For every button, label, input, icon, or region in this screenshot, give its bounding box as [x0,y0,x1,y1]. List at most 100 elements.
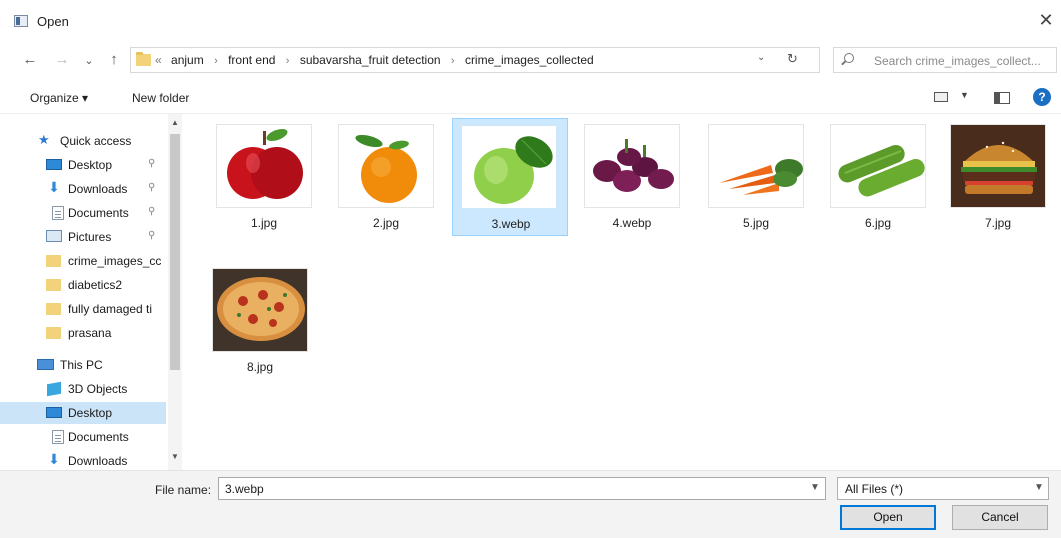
cancel-button[interactable]: Cancel [952,505,1048,530]
up-arrow-icon[interactable]: ↑ [104,51,124,71]
sidebar-item-desktop-pinned[interactable]: Desktop ⚲ [0,154,166,176]
sidebar-item-label: Downloads [68,182,128,196]
breadcrumb-separator[interactable]: › [214,55,218,67]
sidebar-item-documents[interactable]: Documents [0,426,166,448]
breadcrumb-separator[interactable]: › [286,55,290,67]
pin-icon: ⚲ [148,158,156,169]
file-item[interactable]: 5.jpg [704,118,808,236]
file-name: 1.jpg [250,216,278,230]
sidebar-item-label: Desktop [68,406,113,420]
search-input[interactable]: Search crime_images_collect... [874,54,1041,68]
file-item-selected[interactable]: 3.webp [452,118,568,236]
folder-icon [46,327,61,339]
address-bar[interactable]: « anjum › front end › subavarsha_fruit d… [130,47,820,73]
breadcrumb: « anjum › front end › subavarsha_fruit d… [155,53,594,67]
file-name-value[interactable]: 3.webp [225,482,264,496]
star-icon: ★ [38,132,50,147]
3d-objects-icon [47,381,61,397]
breadcrumb-front-end[interactable]: front end [228,53,275,67]
file-item[interactable]: 8.jpg [208,262,312,380]
file-type-value: All Files (*) [845,482,904,496]
back-arrow-icon[interactable]: ← [20,51,40,71]
sidebar-item-label: fully damaged ti [68,302,153,316]
window-title: Open [37,14,69,29]
file-type-chevron-down-icon[interactable]: ▼ [1034,482,1044,493]
search-box[interactable]: Search crime_images_collect... [833,47,1057,73]
file-item[interactable]: 2.jpg [334,118,438,236]
sidebar-item-3d-objects[interactable]: 3D Objects [0,378,166,400]
sidebar-item-downloads[interactable]: ⬇ Downloads [0,450,166,472]
scroll-up-arrow-icon[interactable]: ▲ [171,118,179,127]
sidebar-item-label: prasana [68,326,112,340]
thumbnail-orange [338,124,434,208]
sidebar-item-downloads-pinned[interactable]: ⬇ Downloads ⚲ [0,178,166,200]
thumbnail-burger [950,124,1046,208]
sidebar-scrollbar-thumb[interactable] [170,134,180,370]
file-name-chevron-down-icon[interactable]: ▼ [810,482,820,493]
folder-icon [46,279,61,291]
desktop-icon [46,159,62,170]
file-name: 2.jpg [372,216,400,230]
sidebar-item-label: Documents [68,430,129,444]
sidebar-item-desktop[interactable]: Desktop [0,402,166,424]
change-view-icon[interactable] [934,92,948,102]
sidebar-item-crime-images[interactable]: crime_images_cc [0,250,166,272]
pin-icon: ⚲ [148,182,156,193]
scroll-down-arrow-icon[interactable]: ▼ [171,452,179,461]
pin-icon: ⚲ [148,230,156,241]
breadcrumb-anjum[interactable]: anjum [171,53,204,67]
dialog-footer: File name: 3.webp ▼ All Files (*) ▼ Open… [0,470,1061,538]
breadcrumb-subavarsha-fruit-detection[interactable]: subavarsha_fruit detection [300,53,441,67]
breadcrumb-crime-images-collected[interactable]: crime_images_collected [465,53,594,67]
sidebar-item-fully-damaged[interactable]: fully damaged ti [0,298,166,320]
sidebar-item-label: crime_images_cc [68,254,162,268]
sidebar-item-label: This PC [60,358,103,372]
new-folder-button[interactable]: New folder [132,91,189,105]
sidebar-item-label: Desktop [68,158,113,172]
help-icon[interactable]: ? [1033,88,1051,106]
open-button[interactable]: Open [840,505,936,530]
view-options-chevron-icon[interactable]: ▼ [960,90,969,100]
file-name: 7.jpg [984,216,1012,230]
file-item[interactable]: 4.webp [580,118,684,236]
thumbnail-guava [461,125,557,209]
pictures-icon [46,230,62,242]
file-list: 1.jpg 2.jpg 3.webp 4.webp 5.jpg 6.jpg 7.… [186,114,1061,470]
sidebar-item-quick-access[interactable]: ★ Quick access [0,130,166,152]
sidebar-item-label: Downloads [68,454,128,468]
file-type-select[interactable]: All Files (*) ▼ [837,477,1049,500]
address-dropdown-chevron-icon[interactable]: ⌄ [757,52,765,63]
sidebar-item-diabetics2[interactable]: diabetics2 [0,274,166,296]
folder-icon [136,52,151,66]
organize-button[interactable]: Organize ▾ [30,91,88,105]
recent-locations-chevron-icon[interactable]: ⌄ [82,54,96,74]
refresh-icon[interactable]: ↻ [787,51,798,67]
download-icon: ⬇ [48,451,60,467]
navigation-pane: ★ Quick access Desktop ⚲ ⬇ Downloads ⚲ D… [0,114,183,470]
sidebar-item-pictures[interactable]: Pictures ⚲ [0,226,166,248]
sidebar-item-this-pc[interactable]: This PC [0,354,166,376]
pin-icon: ⚲ [148,206,156,217]
breadcrumb-separator[interactable]: › [451,55,455,67]
file-item[interactable]: 6.jpg [826,118,930,236]
folder-icon [46,303,61,315]
file-item[interactable]: 1.jpg [212,118,316,236]
title-bar: Open ✕ [0,0,1061,44]
sidebar-item-prasana[interactable]: prasana [0,322,166,344]
file-name-label: File name: [155,483,212,497]
thumbnail-pizza [212,268,308,352]
command-bar: Organize ▾ New folder ▼ ? [0,80,1061,114]
file-name-field[interactable]: 3.webp ▼ [218,477,826,500]
sidebar-item-label: Documents [68,206,129,220]
breadcrumb-overflow[interactable]: « [155,53,162,67]
preview-pane-icon[interactable] [994,92,1010,104]
close-icon[interactable]: ✕ [1036,10,1056,31]
file-name: 3.webp [491,217,531,231]
forward-arrow-icon[interactable]: → [52,51,72,71]
sidebar-item-documents-pinned[interactable]: Documents ⚲ [0,202,166,224]
thumbnail-cucumber [830,124,926,208]
thumbnail-carrot [708,124,804,208]
file-item[interactable]: 7.jpg [946,118,1050,236]
file-name: 8.jpg [246,360,274,374]
file-name: 6.jpg [864,216,892,230]
